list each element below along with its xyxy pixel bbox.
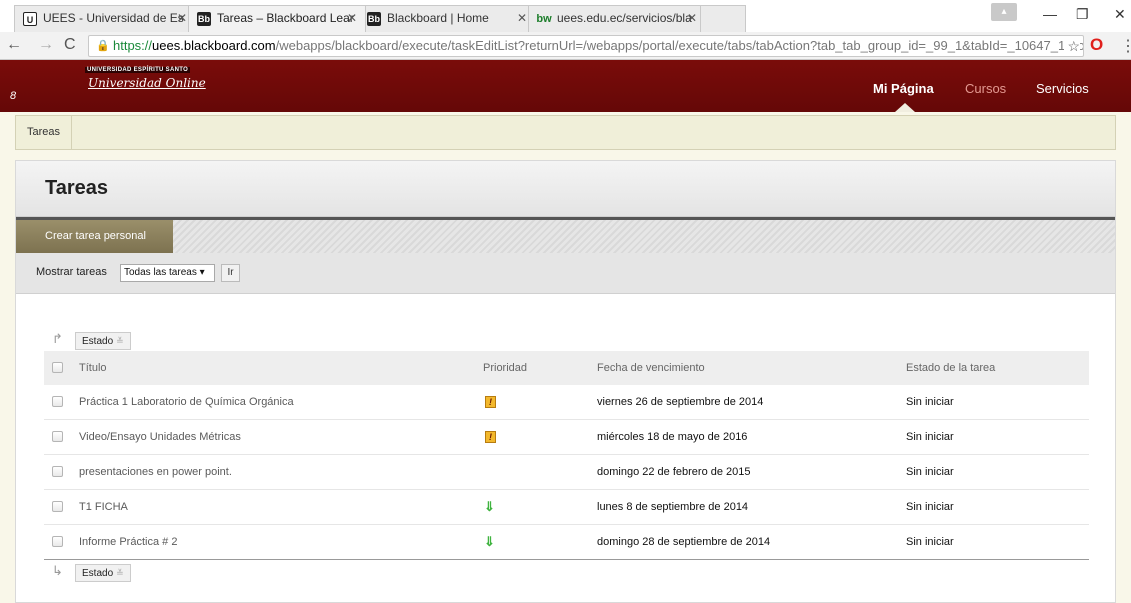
table-row: Práctica 1 Laboratorio de Química Orgáni… xyxy=(44,385,1089,420)
browser-tab-blackboard-home[interactable]: Bb Blackboard | Home ✕ xyxy=(358,5,536,32)
browser-tab-uees[interactable]: U UEES - Universidad de Es ✕ xyxy=(14,5,196,32)
task-due-date: miércoles 18 de mayo de 2016 xyxy=(597,431,748,443)
row-checkbox[interactable] xyxy=(52,431,63,442)
blackboard-favicon-icon: Bb xyxy=(197,12,211,26)
chevron-down-icon: ≚ xyxy=(116,336,124,346)
tasks-table: Título Prioridad Fecha de vencimiento Es… xyxy=(44,351,1089,560)
tab-title: Tareas – Blackboard Lear xyxy=(217,11,354,25)
column-header-due-date[interactable]: Fecha de vencimiento xyxy=(597,351,705,385)
row-checkbox[interactable] xyxy=(52,501,63,512)
task-filter-select[interactable]: Todas las tareas ▾ xyxy=(120,264,215,282)
tab-title: UEES - Universidad de Es xyxy=(43,11,184,25)
sort-by-state-button[interactable]: Estado ≚ xyxy=(75,564,131,582)
page-title-bar: Tareas xyxy=(16,161,1115,217)
sort-arrow-icon: ↱ xyxy=(52,331,63,346)
high-priority-icon: ! xyxy=(485,396,496,408)
sort-arrow-icon: ↳ xyxy=(52,563,63,578)
bookmark-star-icon[interactable]: ☆ xyxy=(1064,36,1080,56)
task-state: Sin iniciar xyxy=(906,501,954,513)
column-header-priority[interactable]: Prioridad xyxy=(483,351,527,385)
site-logo[interactable]: Universidad Online xyxy=(88,76,206,90)
sort-by-state-button[interactable]: Estado ≚ xyxy=(75,332,131,350)
restore-icon[interactable]: ❐ xyxy=(1076,6,1089,23)
action-bar: Crear tarea personal xyxy=(16,217,1115,253)
close-icon[interactable]: ✕ xyxy=(517,6,527,31)
uees-favicon-icon: U xyxy=(23,12,37,26)
url-host: uees.blackboard.com xyxy=(152,38,276,53)
forward-icon[interactable]: → xyxy=(38,36,54,54)
url-field[interactable]: 🔒 https://uees.blackboard.com/webapps/bl… xyxy=(88,35,1084,57)
window-close-icon[interactable]: ✕ xyxy=(1114,6,1126,23)
low-priority-arrow-icon: ⇓ xyxy=(484,499,495,514)
tab-title: uees.edu.ec/servicios/bla xyxy=(557,11,692,25)
table-row: presentaciones en power point. domingo 2… xyxy=(44,455,1089,490)
tasks-panel: Tareas Crear tarea personal Mostrar tare… xyxy=(15,160,1116,603)
blackboard-favicon-icon: Bb xyxy=(367,12,381,26)
new-tab-button[interactable] xyxy=(700,5,746,32)
nav-mi-pagina[interactable]: Mi Página xyxy=(873,81,934,96)
high-priority-icon: ! xyxy=(485,431,496,443)
url-scheme: https:// xyxy=(113,38,153,53)
task-title-link[interactable]: T1 FICHA xyxy=(79,490,128,524)
table-row: Video/Ensayo Unidades Métricas ! miércol… xyxy=(44,420,1089,455)
opera-extension-icon[interactable]: O xyxy=(1090,35,1106,55)
go-button[interactable]: Ir xyxy=(221,264,240,282)
url-path: /webapps/blackboard/execute/taskEditList… xyxy=(275,38,1084,53)
browser-tab-tareas[interactable]: Bb Tareas – Blackboard Lear ✕ xyxy=(188,5,366,32)
bw-favicon-icon: bw xyxy=(536,13,552,25)
task-due-date: viernes 26 de septiembre de 2014 xyxy=(597,396,764,408)
minimize-icon[interactable]: — xyxy=(1043,6,1057,22)
active-nav-pointer xyxy=(895,103,915,112)
table-row: T1 FICHA ⇓ lunes 8 de septiembre de 2014… xyxy=(44,490,1089,525)
table-row: Informe Práctica # 2 ⇓ domingo 28 de sep… xyxy=(44,525,1089,560)
sort-label: Estado xyxy=(82,568,114,579)
task-state: Sin iniciar xyxy=(906,431,954,443)
tab-title: Blackboard | Home xyxy=(387,11,489,25)
browser-tab-uees-servicios[interactable]: bw uees.edu.ec/servicios/bla ✕ xyxy=(528,5,706,32)
close-icon[interactable]: ✕ xyxy=(687,6,697,31)
column-header-title[interactable]: Título xyxy=(79,351,107,385)
task-state: Sin iniciar xyxy=(906,396,954,408)
task-title-link[interactable]: Práctica 1 Laboratorio de Química Orgáni… xyxy=(79,385,294,419)
user-profile-icon[interactable]: ▴ xyxy=(991,3,1017,21)
browser-tab-strip: U UEES - Universidad de Es ✕ Bb Tareas –… xyxy=(0,0,1131,32)
select-all-checkbox[interactable] xyxy=(52,362,63,373)
row-checkbox[interactable] xyxy=(52,466,63,477)
low-priority-arrow-icon: ⇓ xyxy=(484,534,495,549)
task-due-date: lunes 8 de septiembre de 2014 xyxy=(597,501,749,513)
lock-icon: 🔒 xyxy=(96,40,110,52)
close-icon[interactable]: ✕ xyxy=(347,6,357,31)
close-icon[interactable]: ✕ xyxy=(177,6,187,31)
logo-8-icon: 8 xyxy=(10,90,17,102)
breadcrumb-item-tareas[interactable]: Tareas xyxy=(16,116,73,149)
browser-menu-icon[interactable]: ⋮ xyxy=(1120,36,1131,56)
nav-cursos[interactable]: Cursos xyxy=(965,81,1006,96)
task-due-date: domingo 28 de septiembre de 2014 xyxy=(597,536,771,548)
column-header-state[interactable]: Estado de la tarea xyxy=(906,351,995,385)
page-title: Tareas xyxy=(45,177,109,199)
breadcrumb: Tareas xyxy=(15,115,1116,150)
logo-university-name: UNIVERSIDAD ESPÍRITU SANTO xyxy=(85,67,191,73)
nav-servicios[interactable]: Servicios xyxy=(1036,81,1089,96)
task-title-link[interactable]: presentaciones en power point. xyxy=(79,455,232,489)
row-checkbox[interactable] xyxy=(52,396,63,407)
table-header: Título Prioridad Fecha de vencimiento Es… xyxy=(44,351,1089,385)
reload-icon[interactable]: C xyxy=(64,36,76,54)
row-checkbox[interactable] xyxy=(52,536,63,547)
chevron-down-icon: ≚ xyxy=(116,568,124,578)
task-due-date: domingo 22 de febrero de 2015 xyxy=(597,466,751,478)
filter-label: Mostrar tareas xyxy=(36,266,107,278)
create-personal-task-button[interactable]: Crear tarea personal xyxy=(16,220,173,253)
sort-label: Estado xyxy=(82,336,114,347)
task-title-link[interactable]: Video/Ensayo Unidades Métricas xyxy=(79,420,241,454)
site-header: UNIVERSIDAD ESPÍRITU SANTO Universidad O… xyxy=(0,60,1131,112)
back-icon[interactable]: ← xyxy=(6,36,22,54)
task-state: Sin iniciar xyxy=(906,536,954,548)
task-title-link[interactable]: Informe Práctica # 2 xyxy=(79,525,177,559)
address-bar-row: ← → C 🔒 https://uees.blackboard.com/weba… xyxy=(0,32,1131,60)
filter-bar: Mostrar tareas Todas las tareas ▾ Ir xyxy=(16,253,1115,294)
task-state: Sin iniciar xyxy=(906,466,954,478)
